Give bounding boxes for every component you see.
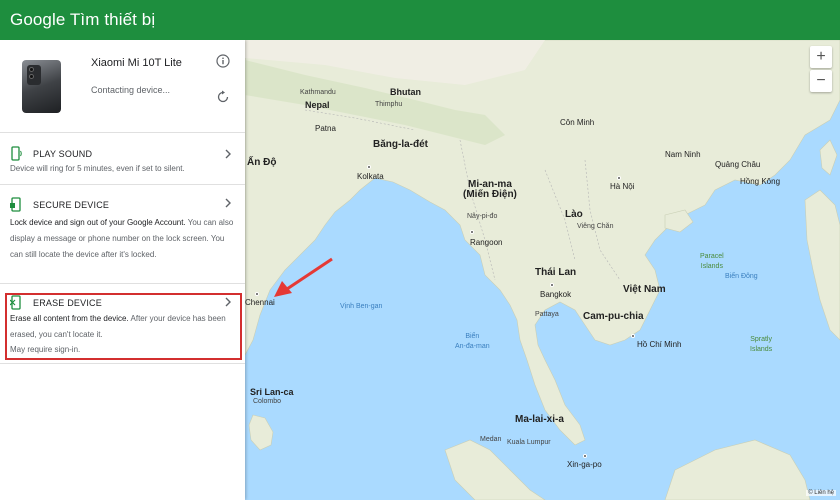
map-label-patna: Patna [315, 124, 336, 133]
map-label-hanoi: Hà Nội [610, 182, 635, 191]
info-icon[interactable] [216, 54, 230, 68]
refresh-icon[interactable] [216, 90, 230, 104]
map-label-medan: Medan [480, 436, 502, 443]
map-label-hcmc: Hồ Chí Minh [637, 340, 682, 349]
camera-module [27, 65, 41, 85]
app-header: Google Tìm thiết bị [0, 0, 840, 40]
map-dot-kolkata [367, 165, 371, 169]
map-dot-hcmc [631, 334, 635, 338]
device-name: Xiaomi Mi 10T Lite [91, 57, 182, 69]
map-dot-hanoi [617, 176, 621, 180]
device-panel: Xiaomi Mi 10T Lite Contacting device... … [0, 40, 245, 500]
play-sound-header: PLAY SOUND [10, 146, 92, 161]
map-label-nepal: Nepal [305, 100, 330, 110]
erase-device-highlight-box [5, 293, 242, 360]
secure-device-description-strong: Lock device and sign out of your Google … [10, 218, 186, 227]
map-label-vietnam: Việt Nam [623, 284, 666, 295]
map-label-india: Ấn Độ [247, 157, 277, 168]
map-zoom-out-button[interactable]: − [810, 70, 832, 92]
map-label-kolkata: Kolkata [357, 172, 384, 181]
map-label-bay-bengal: Vịnh Ben-gan [340, 303, 383, 310]
map-label-guangzhou: Quảng Châu [715, 160, 761, 169]
map-label-bhutan: Bhutan [390, 87, 421, 97]
play-sound-action[interactable]: PLAY SOUND Device will ring for 5 minute… [0, 133, 245, 185]
map-label-naypyidaw: Nây-pi-đo [467, 213, 498, 220]
map-label-paracel: Paracel Islands [700, 253, 724, 270]
secure-device-label: SECURE DEVICE [33, 199, 110, 210]
map-label-thimphu: Thimphu [375, 101, 403, 108]
chevron-right-icon [225, 198, 231, 208]
map-label-spratly: Spratly Islands [750, 336, 773, 353]
device-status: Contacting device... [91, 85, 171, 95]
secure-device-description: Lock device and sign out of your Google … [10, 215, 235, 263]
map-label-kathmandu: Kathmandu [300, 89, 336, 96]
map-dot-singapore [583, 454, 587, 458]
map-label-bangkok: Bangkok [540, 290, 572, 299]
map-label-bangladesh: Băng-la-đét [373, 139, 428, 150]
secure-device-header: SECURE DEVICE [10, 197, 109, 212]
app-title: Google Tìm thiết bị [10, 10, 156, 29]
map-label-singapore: Xin-ga-po [567, 460, 602, 469]
phone-ring-icon [11, 146, 22, 161]
map-label-guangxi: Nam Ninh [665, 150, 701, 159]
map-label-myanmar: Mi-an-ma (Miến Điện) [463, 179, 517, 200]
map-dot-bangkok [550, 283, 554, 287]
map-label-kunming: Côn Minh [560, 118, 595, 127]
map-dot-chennai [255, 292, 259, 296]
device-image [22, 60, 61, 113]
map-label-yangon: Rangoon [470, 238, 503, 247]
map-attribution[interactable]: © Liên hệ [806, 490, 836, 496]
map-label-andaman: Biển An-đa-man [455, 333, 490, 350]
map-label-colombo: Colombo [253, 398, 282, 405]
map-zoom-in-button[interactable]: + [810, 46, 832, 68]
device-card: Xiaomi Mi 10T Lite Contacting device... [0, 40, 245, 133]
phone-lock-icon [10, 197, 21, 212]
secure-device-action[interactable]: SECURE DEVICE Lock device and sign out o… [0, 185, 245, 284]
map-label-laos: Lào [565, 209, 583, 220]
play-sound-description: Device will ring for 5 minutes, even if … [10, 164, 185, 173]
map-label-malaysia: Ma-lai-xi-a [515, 414, 564, 425]
map-label-kualalumpur: Kuala Lumpur [507, 439, 551, 446]
map-label-srilanka: Sri Lan-ca [250, 387, 294, 397]
chevron-right-icon [225, 149, 231, 159]
annotation-arrow-icon [274, 257, 333, 297]
map-label-vientiane: Viêng Chăn [577, 223, 614, 230]
map-dot-yangon [470, 230, 474, 234]
map-label-east-sea: Biển Đông [725, 273, 758, 280]
map-label-pattaya: Pattaya [535, 311, 559, 318]
map-label-cambodia: Cam-pu-chia [583, 311, 644, 322]
map-label-thailand: Thái Lan [535, 267, 577, 278]
map-label-hongkong: Hồng Kông [740, 177, 781, 186]
play-sound-label: PLAY SOUND [33, 148, 93, 159]
